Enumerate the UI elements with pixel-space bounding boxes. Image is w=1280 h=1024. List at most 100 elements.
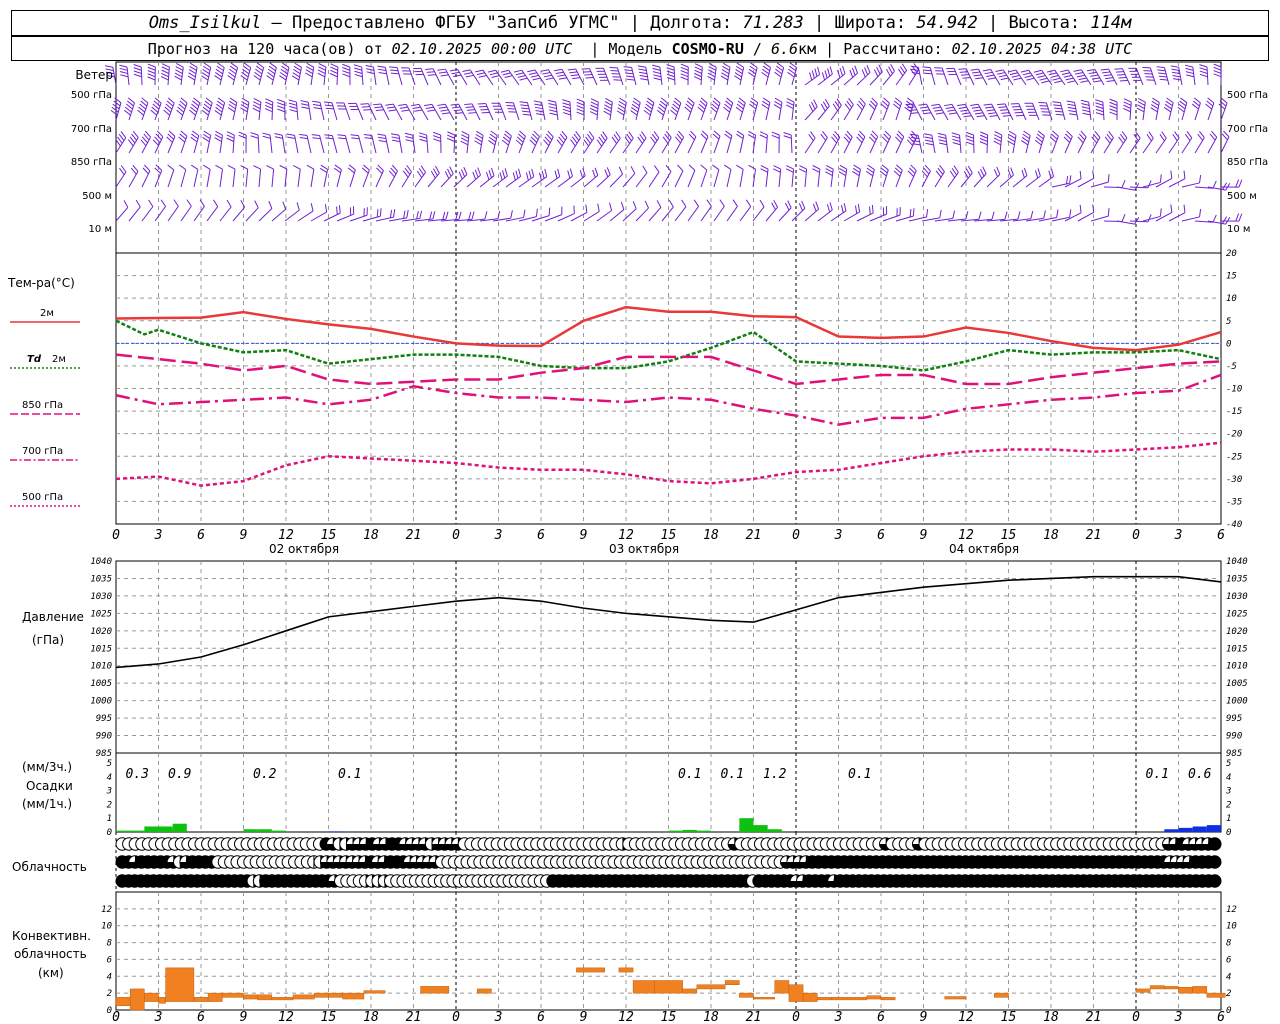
wind-barb-flag	[351, 137, 360, 140]
wind-barb-shaft	[986, 174, 1001, 188]
wind-barb-shaft	[674, 136, 685, 154]
wind-barb	[1116, 131, 1128, 154]
conv-bar	[880, 997, 896, 1001]
wind-barb-flag	[515, 72, 524, 76]
x-tick-label-bottom: 0	[112, 1010, 120, 1024]
wind-barb	[923, 133, 936, 154]
wind-barb-flag	[320, 164, 328, 170]
wind-barb	[154, 199, 166, 222]
wind-barb-shaft	[482, 69, 494, 86]
wind-barb-flag	[288, 102, 297, 106]
wind-barb-shaft	[1102, 102, 1105, 121]
wind-barb-flag	[871, 205, 874, 214]
wind-barb-flag	[1212, 214, 1217, 223]
wind-barb	[637, 65, 650, 86]
wind-barb	[266, 165, 275, 188]
conv-tick-left: 12	[101, 905, 112, 915]
wind-barb-flag	[680, 70, 689, 74]
wind-barb-flag	[958, 106, 967, 109]
x-tick-label: 18	[703, 528, 719, 543]
conv-bar	[144, 992, 159, 1002]
wind-barb-flag	[519, 77, 528, 81]
wind-barb-flag	[1048, 72, 1057, 76]
wind-barb-flag	[924, 136, 933, 139]
wind-barb	[656, 97, 668, 121]
wind-barb-shaft	[361, 67, 364, 86]
wind-barb	[1181, 131, 1193, 154]
wind-barb-flag	[135, 199, 141, 208]
wind-barb-flag	[921, 109, 930, 112]
wind-barb-flag	[1026, 77, 1035, 81]
conv-tick-right: 10	[1226, 922, 1237, 932]
wind-barb	[152, 130, 164, 154]
wind-barb	[583, 167, 599, 188]
wind-barb	[856, 97, 866, 121]
wind-barb-flag	[374, 106, 383, 109]
wind-barb-flag	[317, 72, 326, 78]
wind-barb	[748, 164, 757, 188]
wind-barb	[123, 97, 135, 121]
precip-tick-right: 3	[1225, 787, 1231, 797]
wind-barb	[1064, 204, 1082, 222]
precip-tick-right: 4	[1226, 773, 1231, 783]
wind-barb-flag	[952, 138, 961, 142]
wind-barb-flag	[771, 131, 780, 136]
wind-barb-flag	[890, 63, 895, 72]
wind-barb-flag	[484, 211, 488, 220]
wind-barb-flag	[1199, 67, 1208, 71]
wind-barb	[652, 64, 663, 86]
wind-barb-flag	[815, 201, 820, 210]
wind-barb	[1007, 130, 1017, 154]
wind-barb	[390, 133, 403, 154]
wind-barb-shaft	[609, 173, 623, 188]
wind-barb-flag	[826, 204, 831, 213]
wind-barb-flag	[312, 137, 321, 140]
wind-barb	[1021, 130, 1031, 154]
wind-barb-flag	[618, 166, 624, 175]
wind-barb	[739, 199, 752, 222]
wind-barb-flag	[1041, 80, 1050, 84]
wind-barb-shaft	[444, 68, 455, 86]
wind-barb-flag	[653, 165, 660, 173]
wind-barb-flag	[909, 208, 912, 218]
wind-barb-flag	[522, 113, 531, 116]
x-tick-label-bottom: 18	[1043, 1010, 1059, 1024]
wind-barb-flag	[1080, 99, 1089, 103]
wind-barb-flag	[119, 71, 128, 75]
wind-barb-flag	[1069, 113, 1078, 116]
precip-amount-label: 0.6	[1188, 767, 1212, 782]
wind-barb-flag	[1159, 174, 1162, 183]
wind-barb-flag	[433, 138, 441, 142]
wind-barb-flag	[960, 109, 969, 112]
wind-barb	[362, 208, 382, 222]
wind-barb-shaft	[380, 103, 390, 121]
wind-barb	[609, 66, 624, 86]
wind-barb-flag	[722, 62, 731, 68]
wind-barb-flag	[851, 67, 856, 76]
wind-barb-flag	[603, 107, 612, 113]
wind-barb-shaft	[1103, 137, 1114, 154]
wind-barb-flag	[935, 112, 945, 115]
wind-barb	[562, 99, 572, 121]
wind-barb	[881, 130, 892, 154]
wind-barb	[843, 204, 861, 222]
wind-barb	[317, 63, 327, 86]
wind-barb-flag	[812, 203, 817, 212]
wind-barb-flag	[542, 72, 551, 75]
legend-td: Td	[27, 354, 42, 365]
wind-barb-flag	[265, 101, 273, 106]
wind-barb-shaft	[180, 169, 187, 188]
wind-barb	[214, 130, 223, 154]
wind-barb-shaft	[180, 135, 188, 154]
wind-barb-shaft	[908, 69, 920, 86]
x-tick-label-bottom: 9	[240, 1010, 248, 1024]
wind-barb-flag	[979, 134, 988, 139]
wind-barb-flag	[475, 130, 484, 136]
wind-barb-shaft	[257, 134, 260, 154]
wind-barb-flag	[1170, 65, 1179, 68]
wind-barb-flag	[293, 65, 302, 71]
wind-barb	[477, 103, 494, 121]
wind-barb	[674, 199, 687, 222]
wind-barb-flag	[801, 200, 806, 209]
wind-barb-flag	[445, 211, 449, 220]
